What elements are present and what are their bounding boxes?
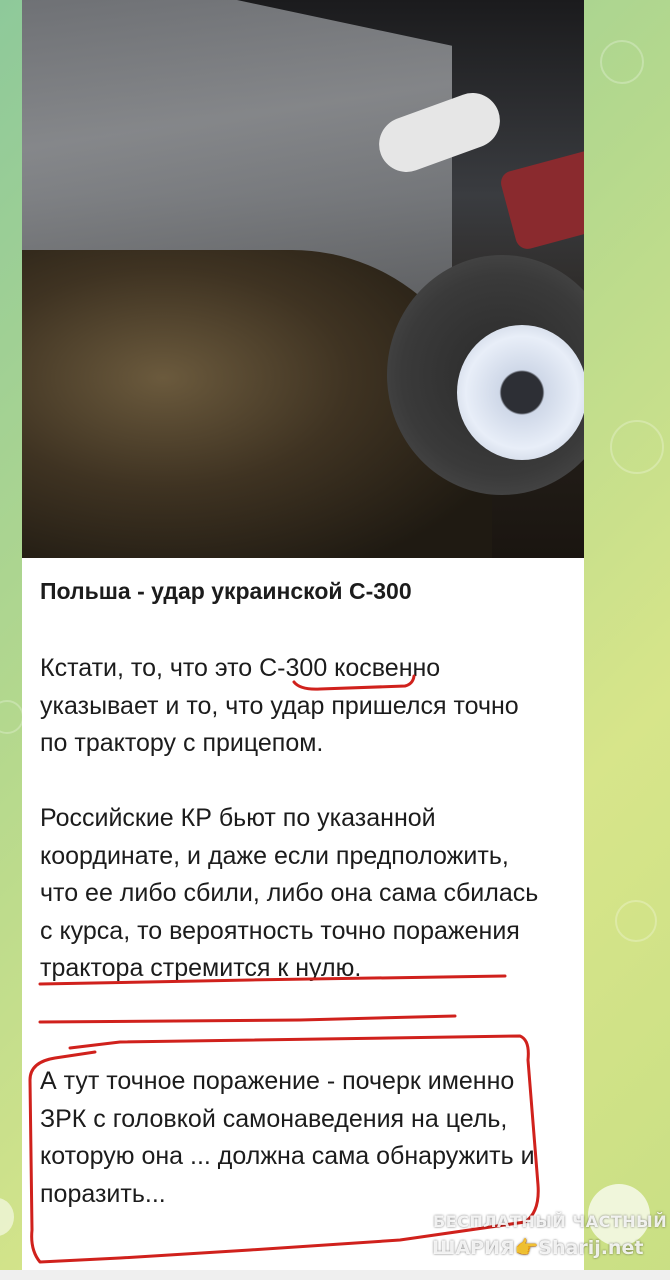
post-paragraph-2: Российские КР бьют по указанной координа… <box>40 804 539 982</box>
wallpaper-doodle <box>0 700 24 734</box>
post-paragraph-1: Кстати, то, что это С-300 косвенно указы… <box>40 654 519 757</box>
post-photo[interactable] <box>22 0 584 558</box>
watermark-line-2: ШАРИЯ👉Sharij.net <box>432 1237 644 1259</box>
wallpaper-doodle <box>600 40 644 84</box>
wallpaper-doodle <box>615 900 657 942</box>
post-title: Польша - удар украинской С-300 <box>40 578 412 604</box>
watermark-line-1: БЕСПЛАТНЫЙ ЧАСТНЫЙ <box>433 1212 668 1231</box>
bottom-bar <box>0 1270 670 1280</box>
wallpaper-doodle <box>610 420 664 474</box>
sender-avatar[interactable] <box>0 1198 14 1236</box>
post-paragraph-3: А тут точное поражение - почерк именно З… <box>40 1067 535 1208</box>
